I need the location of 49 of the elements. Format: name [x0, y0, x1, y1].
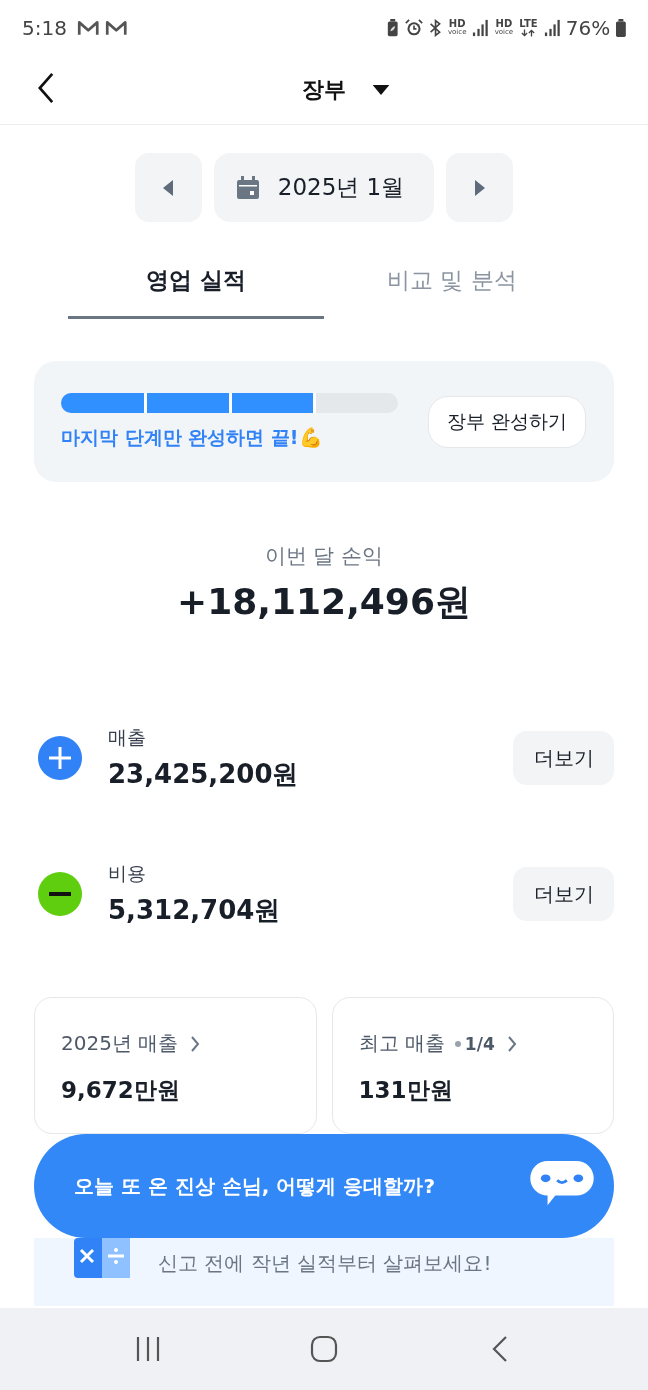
home-icon[interactable] — [310, 1335, 338, 1363]
mail-icon — [76, 18, 100, 37]
entry-amount: 5,312,704원 — [108, 893, 282, 927]
hd-label: HD — [495, 19, 513, 29]
hd-label: HD — [448, 19, 466, 29]
entry-label: 매출 — [108, 724, 147, 750]
complete-ledger-button[interactable]: 장부 완성하기 — [427, 395, 586, 448]
signal-icon — [472, 18, 489, 37]
recent-apps-icon[interactable] — [134, 1335, 162, 1363]
tip-text: 신고 전에 작년 실적부터 살펴보세요! — [158, 1250, 492, 1277]
back-icon[interactable] — [37, 72, 55, 104]
mail-icon — [105, 18, 128, 37]
card-title: 2025년 매출 — [61, 1030, 179, 1057]
card-amount: 131만원 — [358, 1076, 454, 1105]
more-button[interactable]: 더보기 — [513, 867, 614, 921]
signal-icon — [543, 18, 560, 37]
alarm-icon — [404, 18, 423, 37]
summary-card[interactable]: 2025년 매출 9,672만원 — [34, 997, 317, 1134]
battery-percent: 76% — [565, 15, 611, 40]
calculator-icon — [74, 1238, 130, 1278]
lte-label: LTE — [519, 18, 538, 29]
card-title: 최고 매출 — [358, 1030, 445, 1057]
dot-icon — [454, 1040, 461, 1047]
month-selector[interactable]: 2025년 1월 — [213, 153, 435, 222]
card-amount: 9,672만원 — [61, 1076, 181, 1105]
entry-label: 비용 — [108, 860, 147, 886]
chevron-right-icon — [190, 1034, 201, 1053]
bluetooth-icon — [428, 18, 442, 37]
calendar-icon — [235, 175, 260, 200]
progress-message: 마지막 단계만 완성하면 끝!💪 — [61, 424, 324, 450]
minus-icon — [38, 872, 82, 916]
profit-label: 이번 달 손익 — [264, 543, 384, 570]
triangle-right-icon — [474, 179, 485, 196]
tab[interactable]: 영업 실적 — [68, 254, 324, 319]
entry-amount: 23,425,200원 — [108, 757, 300, 791]
clock-time: 5:18 — [22, 15, 67, 40]
ledger-dropdown[interactable]: 장부 — [258, 74, 390, 105]
summary-card[interactable]: 최고 매출 1/4 131만원 — [331, 997, 614, 1134]
battery-icon — [616, 18, 626, 37]
chevron-right-icon — [506, 1034, 517, 1053]
data-arrows-icon — [521, 28, 536, 37]
caret-icon — [372, 84, 390, 95]
plus-icon — [38, 736, 82, 780]
battery-saver-icon — [387, 18, 399, 37]
rank-text: 1/4 — [464, 1033, 495, 1054]
tip-card[interactable]: 신고 전에 작년 실적부터 살펴보세요! — [34, 1238, 614, 1306]
triangle-left-icon — [163, 179, 174, 196]
more-button[interactable]: 더보기 — [513, 731, 614, 785]
profit-amount: +18,112,496원 — [177, 580, 471, 624]
